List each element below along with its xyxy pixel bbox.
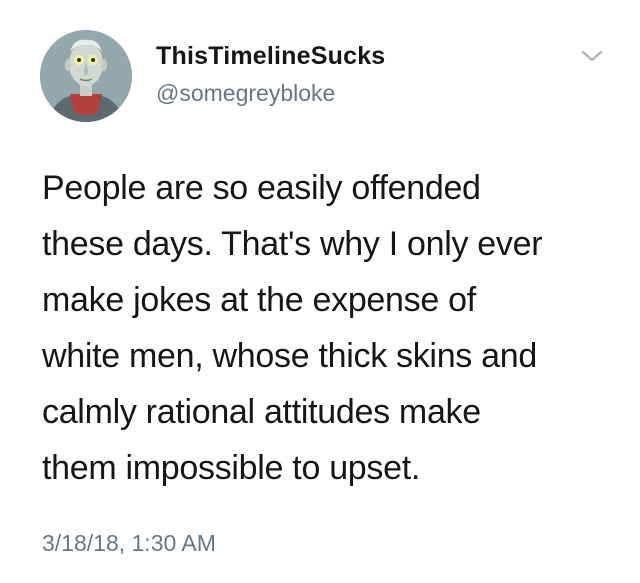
tweet-text-line: People are so easily offended [42, 169, 481, 207]
tweet-text-line: make jokes at the expense of [42, 281, 476, 319]
tweet-card: ThisTimelineSucks @somegreybloke People … [0, 0, 640, 583]
chevron-down-icon [581, 50, 603, 62]
avatar[interactable] [40, 30, 132, 122]
tweet-text: People are so easily offended these days… [42, 160, 617, 496]
tweet-text-line: these days. That's why I only ever [42, 225, 543, 263]
tweet-timestamp[interactable]: 3/18/18, 1:30 AM [42, 530, 216, 557]
tweet-text-line: calmly rational attitudes make [42, 393, 481, 431]
tweet-text-line: them impossible to upset. [42, 449, 421, 487]
tweet-menu-button[interactable] [578, 46, 606, 66]
cartoon-grey-man-avatar-icon [40, 30, 132, 122]
author-display-name[interactable]: ThisTimelineSucks [156, 42, 385, 71]
author-handle[interactable]: @somegreybloke [156, 80, 335, 107]
tweet-text-line: white men, whose thick skins and [42, 337, 537, 375]
